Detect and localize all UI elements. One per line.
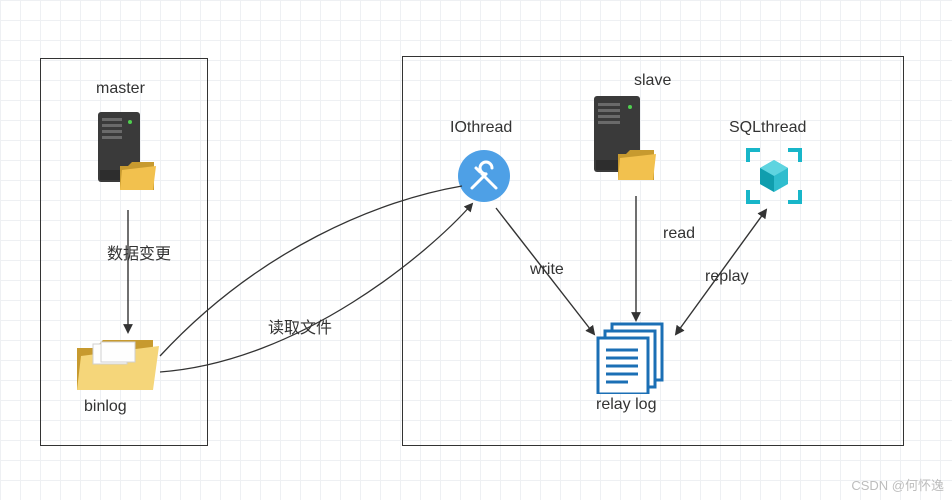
slave-title: slave [634, 72, 671, 90]
replay-label: replay [705, 268, 749, 286]
master-title: master [96, 80, 145, 98]
slave-box [402, 56, 904, 446]
data-change-label: 数据变更 [107, 240, 171, 264]
read-label: read [663, 225, 695, 243]
write-label: write [530, 261, 564, 279]
iothread-label: IOthread [450, 119, 512, 137]
binlog-label: binlog [84, 398, 127, 416]
sqlthread-label: SQLthread [729, 119, 806, 137]
watermark: CSDN @何怀逸 [851, 475, 944, 494]
relay-log-label: relay log [596, 396, 656, 414]
read-file-label: 读取文件 [268, 314, 332, 338]
